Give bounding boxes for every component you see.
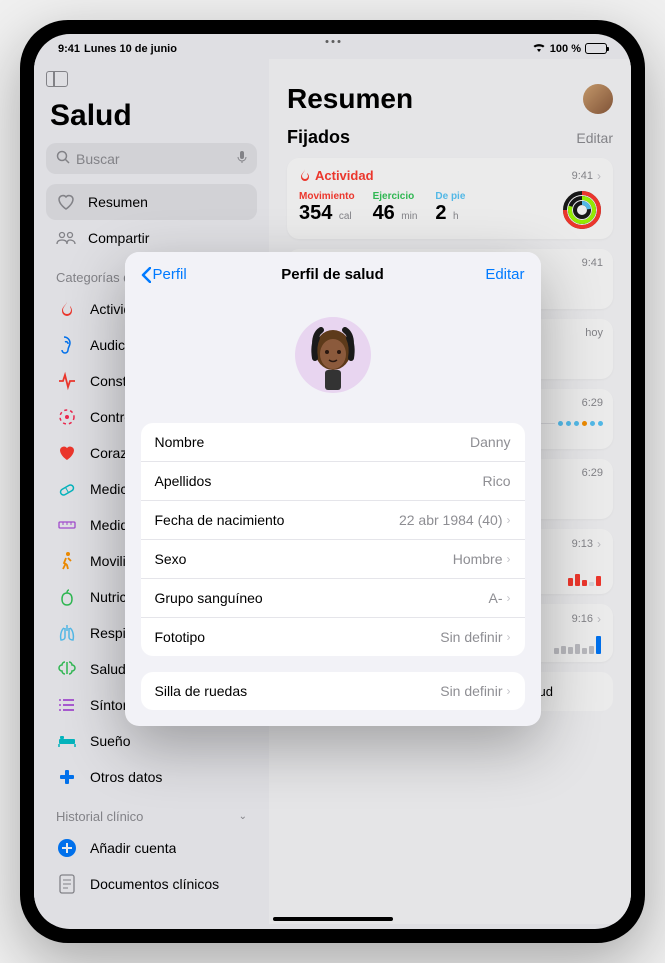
back-button[interactable]: Perfil (141, 266, 187, 283)
chevron-right-icon: › (507, 552, 511, 566)
profile-row[interactable]: Fototipo Sin definir › (141, 618, 525, 656)
profile-row: Apellidos Rico (141, 462, 525, 501)
modal-edit-button[interactable]: Editar (485, 266, 524, 283)
screen: 9:41 Lunes 10 de junio 100 % Salud (34, 34, 631, 929)
wheelchair-list: Silla de ruedas Sin definir › (141, 672, 525, 710)
modal-title: Perfil de salud (281, 266, 384, 283)
home-indicator[interactable] (273, 917, 393, 921)
wheelchair-row[interactable]: Silla de ruedas Sin definir › (141, 672, 525, 710)
chevron-right-icon: › (507, 684, 511, 698)
ipad-frame: 9:41 Lunes 10 de junio 100 % Salud (20, 20, 645, 943)
profile-row[interactable]: Grupo sanguíneo A- › (141, 579, 525, 618)
profile-details-list: Nombre Danny Apellidos Rico Fecha de nac… (141, 423, 525, 656)
health-profile-modal: Perfil Perfil de salud Editar (125, 252, 541, 726)
chevron-right-icon: › (507, 513, 511, 527)
profile-row[interactable]: Sexo Hombre › (141, 540, 525, 579)
profile-row: Nombre Danny (141, 423, 525, 462)
profile-row[interactable]: Fecha de nacimiento 22 abr 1984 (40) › (141, 501, 525, 540)
modal-overlay[interactable]: Perfil Perfil de salud Editar (34, 34, 631, 929)
modal-avatar[interactable] (295, 317, 371, 393)
chevron-right-icon: › (507, 630, 511, 644)
chevron-right-icon: › (507, 591, 511, 605)
